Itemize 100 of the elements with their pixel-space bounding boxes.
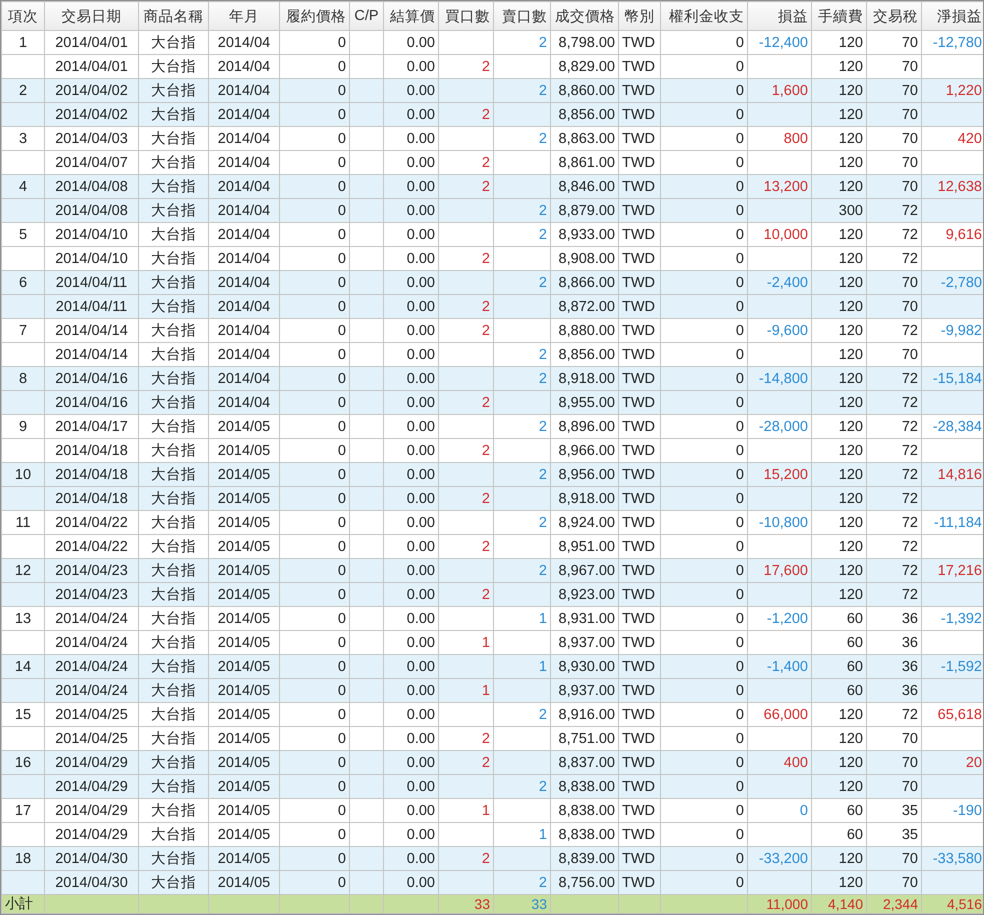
table-cell: 大台指 xyxy=(138,78,208,102)
table-cell: 0 xyxy=(660,558,748,582)
table-cell: -190 xyxy=(952,802,982,818)
table-cell: 0.00 xyxy=(384,30,438,54)
table-cell: 0 xyxy=(660,582,748,606)
table-cell: 0.00 xyxy=(384,414,438,438)
table-cell: -12,400 xyxy=(758,34,808,50)
table-cell: 70 xyxy=(866,270,922,294)
table-cell: 8,880.00 xyxy=(550,318,618,342)
column-header[interactable]: 手續費 xyxy=(812,2,866,30)
table-cell: 1 xyxy=(494,606,550,630)
table-cell: 0 xyxy=(280,318,350,342)
column-header[interactable]: 年月 xyxy=(208,2,280,30)
table-cell: 1 xyxy=(2,30,44,54)
table-cell: 2014/04/17 xyxy=(44,414,138,438)
table-cell: 8,916.00 xyxy=(550,702,618,726)
table-cell: 2014/05 xyxy=(208,558,280,582)
column-header[interactable]: 商品名稱 xyxy=(138,2,208,30)
table-cell: 72 xyxy=(866,486,922,510)
table-cell: 0 xyxy=(660,270,748,294)
table-cell: 2014/04/10 xyxy=(44,222,138,246)
table-cell: 120 xyxy=(812,414,866,438)
table-cell: TWD xyxy=(618,558,660,582)
column-header[interactable]: 賣口數 xyxy=(494,2,550,30)
table-cell: 大台指 xyxy=(138,702,208,726)
table-cell: 120 xyxy=(812,222,866,246)
column-header[interactable]: 淨損益 xyxy=(922,2,983,30)
table-cell: 0 xyxy=(280,750,350,774)
table-cell: 2014/04/24 xyxy=(44,654,138,678)
table-cell: 0.00 xyxy=(384,510,438,534)
column-header[interactable]: 項次 xyxy=(2,2,44,30)
table-cell: 120 xyxy=(812,582,866,606)
column-header[interactable]: 履約價格 xyxy=(280,2,350,30)
table-cell: 0 xyxy=(660,462,748,486)
table-cell: 20 xyxy=(966,754,982,770)
table-cell: 0 xyxy=(280,870,350,894)
table-cell: TWD xyxy=(618,486,660,510)
table-cell: 0.00 xyxy=(384,462,438,486)
table-cell: 2 xyxy=(494,222,550,246)
table-cell: 0 xyxy=(660,126,748,150)
table-cell: 8,930.00 xyxy=(550,654,618,678)
table-cell: 1 xyxy=(494,654,550,678)
table-cell: 大台指 xyxy=(138,222,208,246)
table-cell: 72 xyxy=(866,414,922,438)
table-cell: 2014/04/18 xyxy=(44,462,138,486)
table-cell: 0 xyxy=(660,174,748,198)
table-cell: 120 xyxy=(812,78,866,102)
table-cell: -1,400 xyxy=(766,658,808,674)
table-cell: 70 xyxy=(866,126,922,150)
table-cell: 1,220 xyxy=(946,82,982,98)
table-cell: 2014/04/11 xyxy=(44,294,138,318)
table-cell: 0 xyxy=(660,846,748,870)
table-cell: 11 xyxy=(2,510,44,534)
column-header[interactable]: 權利金收支 xyxy=(660,2,748,30)
table-cell: -11,184 xyxy=(934,514,982,530)
table-cell: 2014/04/29 xyxy=(44,774,138,798)
table-cell: 2014/05 xyxy=(208,678,280,702)
table-cell: 4,140 xyxy=(828,896,863,912)
table-cell: 65,618 xyxy=(938,706,982,722)
table-cell: 2014/04 xyxy=(208,366,280,390)
table-cell: 8,923.00 xyxy=(550,582,618,606)
table-cell: 8 xyxy=(2,366,44,390)
table-cell: 120 xyxy=(812,30,866,54)
table-cell: TWD xyxy=(618,318,660,342)
table-cell: 17,600 xyxy=(764,562,808,578)
table-cell: 70 xyxy=(866,174,922,198)
table-cell: 120 xyxy=(812,294,866,318)
column-header[interactable]: 損益 xyxy=(748,2,812,30)
column-header[interactable]: C/P xyxy=(350,2,384,30)
table-cell: 0.00 xyxy=(384,654,438,678)
table-cell: -1,592 xyxy=(940,658,982,674)
column-header[interactable]: 交易日期 xyxy=(44,2,138,30)
table-cell: 0 xyxy=(660,510,748,534)
table-cell: TWD xyxy=(618,582,660,606)
table-cell: 大台指 xyxy=(138,318,208,342)
table-cell: 2014/04 xyxy=(208,102,280,126)
column-header[interactable]: 幣別 xyxy=(618,2,660,30)
table-cell: 8,872.00 xyxy=(550,294,618,318)
table-cell: 0 xyxy=(280,774,350,798)
table-cell: 大台指 xyxy=(138,174,208,198)
table-cell: 0 xyxy=(660,702,748,726)
column-header[interactable]: 買口數 xyxy=(438,2,494,30)
table-cell: 0.00 xyxy=(384,366,438,390)
column-header[interactable]: 交易稅 xyxy=(866,2,922,30)
table-cell: -14,800 xyxy=(758,370,808,386)
table-cell: 8,956.00 xyxy=(550,462,618,486)
table-cell: 0 xyxy=(280,390,350,414)
table-cell: 0 xyxy=(280,486,350,510)
table-cell: 0 xyxy=(280,270,350,294)
table-cell: 8,856.00 xyxy=(550,102,618,126)
table-cell: 2014/04/22 xyxy=(44,510,138,534)
table-cell: 0.00 xyxy=(384,750,438,774)
column-header[interactable]: 成交價格 xyxy=(550,2,618,30)
table-cell: TWD xyxy=(618,654,660,678)
table-cell: 8,918.00 xyxy=(550,486,618,510)
column-header[interactable]: 結算價 xyxy=(384,2,438,30)
table-cell: -9,982 xyxy=(940,322,982,338)
table-cell: 8,839.00 xyxy=(550,846,618,870)
table-cell: 0.00 xyxy=(384,390,438,414)
table-cell: 2014/04 xyxy=(208,318,280,342)
